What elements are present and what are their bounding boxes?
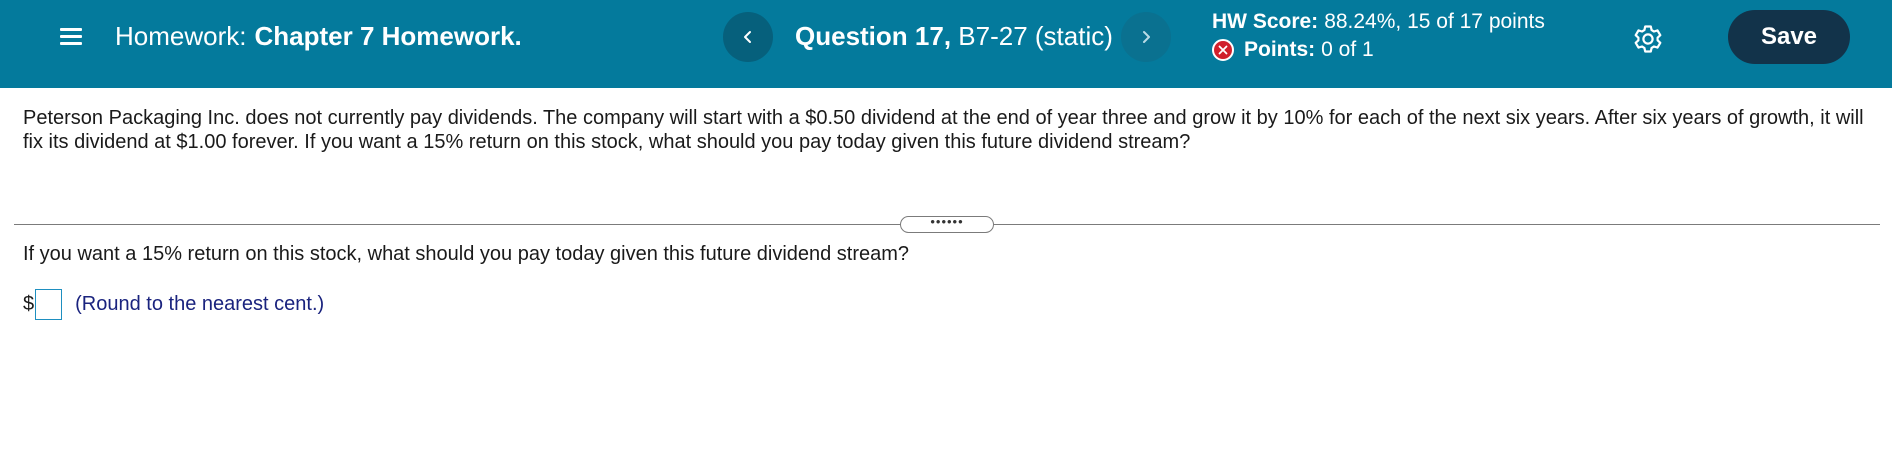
hw-score-value: 88.24%, 15 of 17 points [1324, 10, 1545, 33]
question-id: B7-27 (static) [958, 21, 1113, 51]
homework-title: Homework: Chapter 7 Homework. [115, 20, 522, 52]
top-bar: Homework: Chapter 7 Homework. Question 17… [0, 0, 1892, 88]
save-button[interactable]: Save [1728, 10, 1850, 64]
x-circle-icon [1212, 39, 1234, 61]
hw-score: HW Score: 88.24%, 15 of 17 points [1212, 8, 1545, 36]
chevron-left-icon [744, 31, 751, 43]
currency-symbol: $ [23, 292, 35, 315]
hw-score-label: HW Score: [1212, 10, 1319, 33]
points-value: 0 of 1 [1321, 38, 1374, 61]
rounding-hint: (Round to the nearest cent.) [75, 292, 325, 315]
expand-collapse-button[interactable]: •••••• [900, 213, 994, 233]
menu-line [60, 35, 82, 38]
gear-icon [1634, 25, 1662, 53]
next-question-button[interactable] [1121, 12, 1171, 62]
question-title: Question 17, B7-27 (static) [795, 20, 1113, 52]
score-panel: HW Score: 88.24%, 15 of 17 points Points… [1212, 8, 1545, 64]
homework-label: Homework: [115, 21, 247, 51]
hamburger-menu-icon[interactable] [56, 22, 86, 52]
answer-row: $ (Round to the nearest cent.) [23, 288, 324, 320]
question-points: Points: 0 of 1 [1212, 36, 1545, 64]
answer-prompt: If you want a 15% return on this stock, … [23, 243, 910, 265]
menu-line [60, 42, 82, 45]
ellipsis-icon: •••••• [930, 213, 964, 229]
previous-question-button[interactable] [723, 12, 773, 62]
answer-input[interactable] [35, 288, 63, 320]
question-number: Question 17, [795, 21, 952, 51]
points-label: Points: [1244, 38, 1316, 61]
chevron-right-icon [1143, 31, 1150, 43]
question-body: Peterson Packaging Inc. does not current… [23, 107, 1864, 153]
settings-button[interactable] [1632, 23, 1664, 55]
homework-name: Chapter 7 Homework. [254, 21, 522, 51]
menu-line [60, 28, 82, 31]
